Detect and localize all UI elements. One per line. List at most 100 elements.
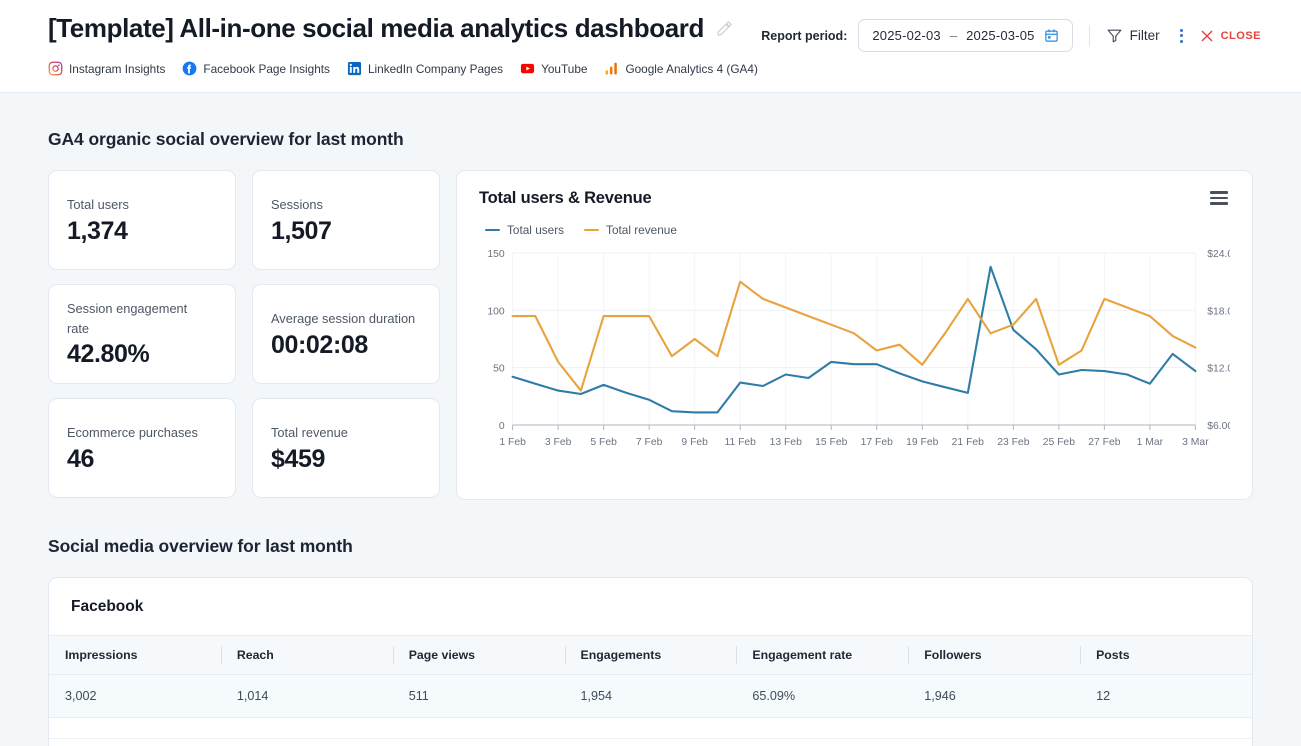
svg-text:$18.00: $18.00	[1207, 306, 1230, 317]
section-title-social: Social media overview for last month	[48, 536, 1253, 557]
kpi-grid: Total users 1,374 Sessions 1,507 Session…	[48, 170, 440, 498]
ga4-overview-row: Total users 1,374 Sessions 1,507 Session…	[48, 170, 1253, 500]
date-range-separator: –	[950, 28, 957, 43]
filter-label: Filter	[1130, 28, 1160, 43]
close-label: CLOSE	[1221, 30, 1261, 42]
table-pagination: Page Size: 100 1 to 1 of 1 |< < Page 1 o…	[49, 738, 1252, 746]
svg-text:7 Feb: 7 Feb	[636, 437, 663, 448]
legend-item-total-revenue[interactable]: Total revenue	[584, 223, 677, 237]
table-header-row: ImpressionsReachPage viewsEngagementsEng…	[49, 636, 1252, 675]
table-cell: 1,014	[221, 675, 393, 718]
svg-text:1 Feb: 1 Feb	[499, 437, 526, 448]
title-group: [Template] All-in-one social media analy…	[48, 14, 761, 44]
source-instagram[interactable]: Instagram Insights	[48, 61, 165, 76]
table-title: Facebook	[49, 578, 1252, 635]
table-column-header: Posts	[1080, 636, 1252, 675]
chart-svg: 150100500$24.00$18.00$12.00$6.001 Feb3 F…	[479, 245, 1230, 457]
svg-text:15 Feb: 15 Feb	[815, 437, 847, 448]
chart-title: Total users & Revenue	[479, 189, 651, 208]
svg-text:23 Feb: 23 Feb	[997, 437, 1029, 448]
kpi-value: 42.80%	[67, 340, 217, 369]
source-label: LinkedIn Company Pages	[368, 62, 503, 76]
report-period-label: Report period:	[761, 29, 847, 43]
table-cell: 511	[393, 675, 565, 718]
filter-button[interactable]: Filter	[1106, 27, 1160, 44]
table-cell: 1,954	[565, 675, 737, 718]
kpi-card-total-users: Total users 1,374	[48, 170, 236, 270]
pencil-icon[interactable]	[716, 20, 733, 37]
facebook-metrics-table: ImpressionsReachPage viewsEngagementsEng…	[49, 635, 1252, 718]
kpi-label: Average session duration	[271, 309, 421, 329]
calendar-icon[interactable]	[1044, 28, 1059, 43]
chart-header: Total users & Revenue	[479, 189, 1230, 208]
svg-text:5 Feb: 5 Feb	[590, 437, 617, 448]
table-column-header: Page views	[393, 636, 565, 675]
table-cell: 1,946	[908, 675, 1080, 718]
table-column-header: Impressions	[49, 636, 221, 675]
source-label: Google Analytics 4 (GA4)	[625, 62, 757, 76]
kpi-label: Total revenue	[271, 423, 421, 443]
kpi-value: 1,507	[271, 217, 421, 246]
kpi-label: Ecommerce purchases	[67, 423, 217, 443]
svg-text:0: 0	[499, 421, 505, 432]
page-title: [Template] All-in-one social media analy…	[48, 14, 704, 44]
header-top-row: [Template] All-in-one social media analy…	[48, 14, 1261, 52]
legend-swatch	[584, 229, 599, 232]
kpi-label: Total users	[67, 195, 217, 215]
header-divider	[1089, 25, 1090, 47]
source-youtube[interactable]: YouTube	[520, 61, 587, 76]
svg-text:13 Feb: 13 Feb	[770, 437, 802, 448]
facebook-icon	[182, 61, 197, 76]
kpi-card-average-session-duration: Average session duration 00:02:08	[252, 284, 440, 384]
kebab-menu-icon[interactable]	[1180, 29, 1183, 43]
table-cell: 3,002	[49, 675, 221, 718]
app-header: [Template] All-in-one social media analy…	[0, 0, 1301, 93]
google-analytics-icon	[604, 61, 619, 76]
table-cell: 65.09%	[736, 675, 908, 718]
table-bottom-spacer	[49, 718, 1252, 738]
source-facebook[interactable]: Facebook Page Insights	[182, 61, 330, 76]
source-linkedin[interactable]: LinkedIn Company Pages	[347, 61, 503, 76]
instagram-icon	[48, 61, 63, 76]
table-cell: 12	[1080, 675, 1252, 718]
facebook-table-card: Facebook ImpressionsReachPage viewsEngag…	[48, 577, 1253, 746]
legend-item-total-users[interactable]: Total users	[485, 223, 564, 237]
close-x-icon	[1199, 28, 1215, 44]
close-button[interactable]: CLOSE	[1199, 28, 1261, 44]
legend-swatch	[485, 229, 500, 232]
dashboard-body: GA4 organic social overview for last mon…	[0, 129, 1301, 746]
svg-text:9 Feb: 9 Feb	[681, 437, 708, 448]
kpi-label: Session engagement rate	[67, 299, 207, 339]
table-column-header: Engagements	[565, 636, 737, 675]
source-google-analytics[interactable]: Google Analytics 4 (GA4)	[604, 61, 757, 76]
kpi-card-session-engagement-rate: Session engagement rate 42.80%	[48, 284, 236, 384]
table-row: 3,0021,0145111,95465.09%1,94612	[49, 675, 1252, 718]
hamburger-menu-icon[interactable]	[1208, 189, 1230, 207]
svg-text:19 Feb: 19 Feb	[906, 437, 938, 448]
svg-text:17 Feb: 17 Feb	[861, 437, 893, 448]
svg-text:$6.00: $6.00	[1207, 421, 1230, 432]
svg-text:$12.00: $12.00	[1207, 364, 1230, 375]
svg-text:25 Feb: 25 Feb	[1043, 437, 1075, 448]
chart-plot-area: 150100500$24.00$18.00$12.00$6.001 Feb3 F…	[479, 245, 1230, 457]
section-title-ga4: GA4 organic social overview for last mon…	[48, 129, 1253, 150]
kpi-value: 1,374	[67, 217, 217, 246]
svg-text:27 Feb: 27 Feb	[1088, 437, 1120, 448]
svg-text:50: 50	[493, 364, 505, 375]
source-label: Instagram Insights	[69, 62, 165, 76]
chart-card-total-users-revenue: Total users & Revenue Total users Total …	[456, 170, 1253, 500]
svg-text:1 Mar: 1 Mar	[1137, 437, 1164, 448]
table-head: ImpressionsReachPage viewsEngagementsEng…	[49, 636, 1252, 675]
kpi-value: $459	[271, 445, 421, 474]
date-range-picker[interactable]: 2025-02-03 – 2025-03-05	[858, 19, 1072, 52]
svg-text:3 Mar: 3 Mar	[1182, 437, 1209, 448]
svg-text:3 Feb: 3 Feb	[545, 437, 572, 448]
kpi-value: 00:02:08	[271, 331, 421, 360]
table-column-header: Reach	[221, 636, 393, 675]
header-controls: Report period: 2025-02-03 – 2025-03-05 F…	[761, 14, 1261, 52]
svg-text:21 Feb: 21 Feb	[952, 437, 984, 448]
svg-text:$24.00: $24.00	[1207, 249, 1230, 260]
date-range-start: 2025-02-03	[872, 28, 941, 43]
source-label: Facebook Page Insights	[203, 62, 330, 76]
legend-label: Total revenue	[606, 223, 677, 237]
